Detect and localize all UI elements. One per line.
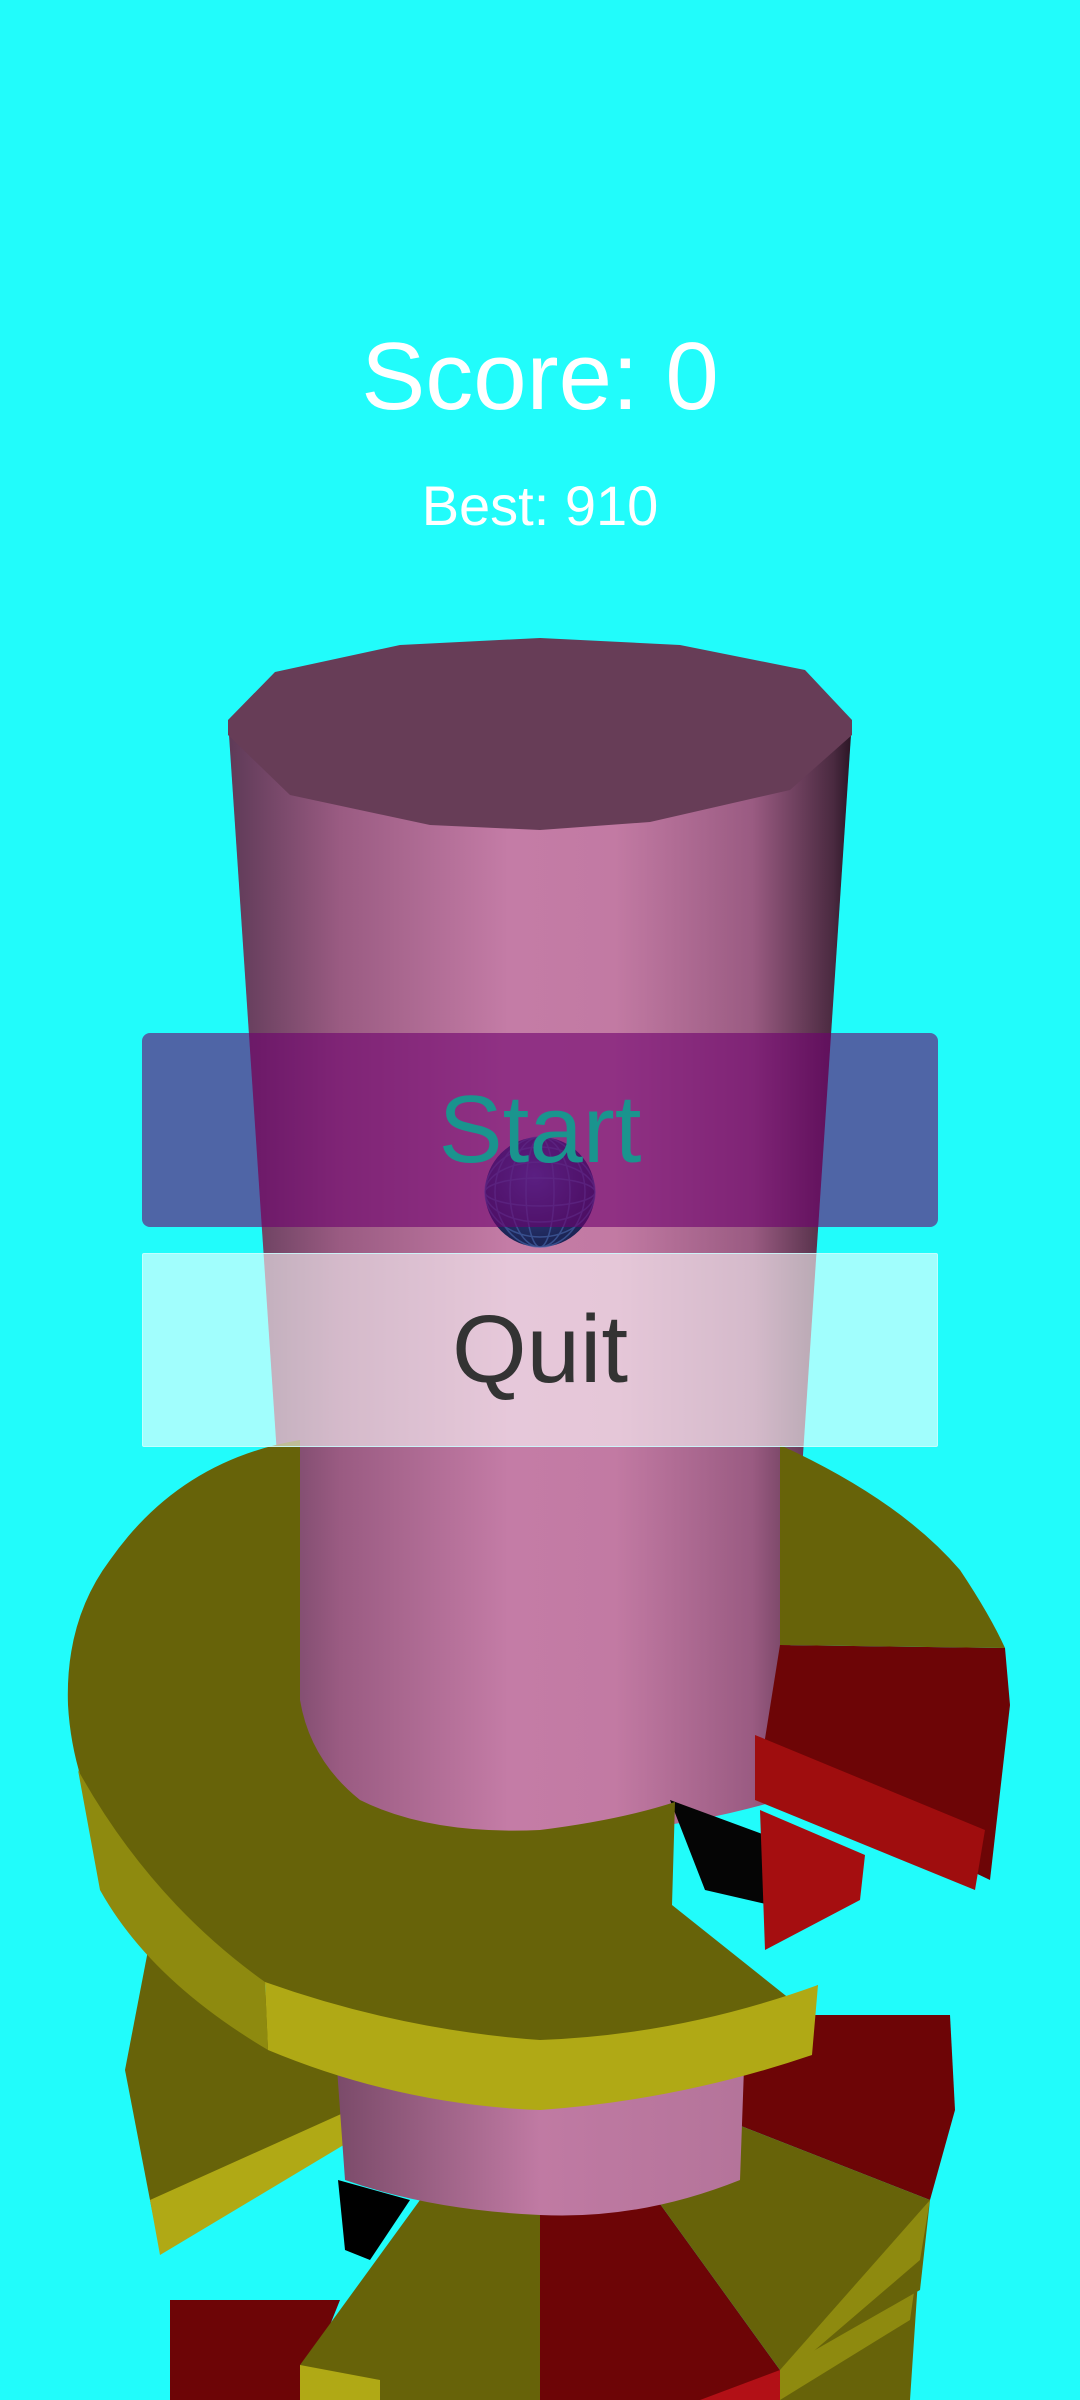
start-button[interactable]: Start bbox=[142, 1033, 938, 1227]
safe-ring-platform-right bbox=[780, 1445, 1005, 1648]
score-label: Score: 0 bbox=[361, 323, 719, 430]
start-button-label: Start bbox=[438, 1076, 642, 1183]
quit-button[interactable]: Quit bbox=[142, 1253, 938, 1447]
platform-gap-shadow bbox=[670, 1800, 770, 1905]
quit-button-label: Quit bbox=[451, 1296, 629, 1403]
best-score-label: Best: 910 bbox=[421, 474, 659, 537]
safe-segment-bottom bbox=[300, 2180, 540, 2400]
